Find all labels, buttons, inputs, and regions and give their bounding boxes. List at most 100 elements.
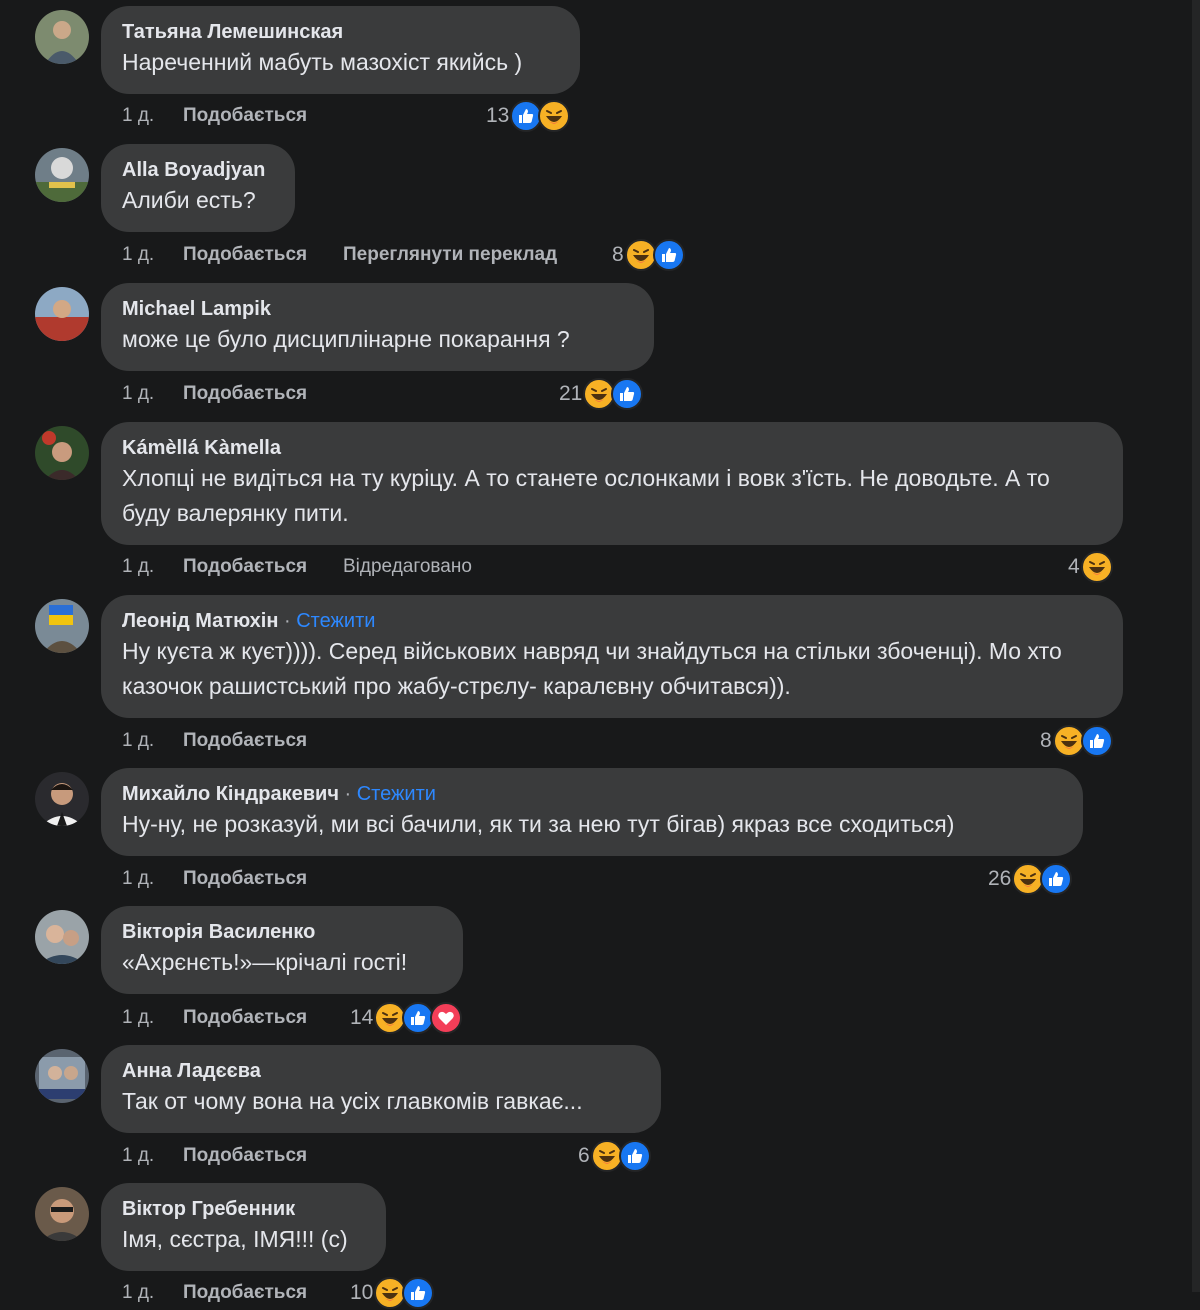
comment-time[interactable]: 1 д. (122, 240, 154, 270)
comment-author[interactable]: Kámèllá Kàmella (122, 435, 1103, 461)
reactions-count: 8 (612, 243, 624, 266)
like-reaction-icon (652, 239, 685, 271)
like-button[interactable]: Подобається (183, 1003, 307, 1033)
reactions[interactable]: 8 (612, 238, 685, 272)
comment-actions: 1 д. Подобається (122, 1278, 522, 1308)
comment-author[interactable]: Михайло Кіндракевич · Стежити (122, 781, 1063, 807)
author-name[interactable]: Леонід Матюхін (122, 610, 278, 632)
comment-actions: 1 д. Подобається Відредаговано (122, 552, 622, 582)
like-reaction-icon (1080, 725, 1113, 757)
reactions[interactable]: 8 (1040, 724, 1113, 758)
comment-bubble: Татьяна Лемешинская Нареченний мабуть ма… (101, 6, 580, 94)
comment-text: Нареченний мабуть мазохіст якийсь ) (122, 49, 523, 75)
comment-actions: 1 д. Подобається (122, 379, 522, 409)
follow-button[interactable]: Стежити (296, 610, 375, 632)
like-reaction-icon (1040, 863, 1073, 895)
comment-bubble: Kámèllá Kàmella Хлопці не видіться на ту… (101, 422, 1123, 545)
comment-text: може це було дисциплінарне покарання ? (122, 326, 570, 352)
comment-actions: 1 д. Подобається (122, 864, 522, 894)
separator: · (344, 783, 352, 805)
comment-actions: 1 д. Подобається (122, 726, 522, 756)
comment-author[interactable]: Вікторія Василенко (122, 919, 443, 945)
comment-time[interactable]: 1 д. (122, 552, 154, 582)
avatar[interactable] (35, 426, 89, 480)
avatar[interactable] (35, 1187, 89, 1241)
comment-text: Імя, сєстра, ІМЯ!!! (с) (122, 1226, 348, 1252)
reactions-count: 4 (1068, 555, 1080, 578)
haha-reaction-icon (538, 100, 571, 132)
comment-author[interactable]: Леонід Матюхін · Стежити (122, 608, 1103, 634)
love-reaction-icon (430, 1002, 463, 1034)
like-button[interactable]: Подобається (183, 1141, 307, 1171)
like-button[interactable]: Подобається (183, 864, 307, 894)
separator: · (284, 610, 291, 632)
comment-actions: 1 д. Подобається Переглянути переклад (122, 240, 602, 270)
comment-time[interactable]: 1 д. (122, 864, 154, 894)
reactions-count: 14 (350, 1006, 374, 1029)
like-reaction-icon (611, 378, 644, 410)
like-button[interactable]: Подобається (183, 240, 307, 270)
avatar[interactable] (35, 910, 89, 964)
comment-text: «Ахрєнєть!»—крічалі гості! (122, 949, 408, 975)
like-button[interactable]: Подобається (183, 101, 307, 131)
comment-author[interactable]: Michael Lampik (122, 296, 634, 322)
comment-bubble: Вікторія Василенко «Ахрєнєть!»—крічалі г… (101, 906, 463, 994)
comment-time[interactable]: 1 д. (122, 101, 154, 131)
avatar[interactable] (35, 1049, 89, 1103)
avatar[interactable] (35, 599, 89, 653)
avatar[interactable] (35, 10, 89, 64)
comment-bubble: Michael Lampik може це було дисциплінарн… (101, 283, 654, 371)
comment-text: Хлопці не видіться на ту куріцу. А то ст… (122, 465, 1050, 526)
comment-time[interactable]: 1 д. (122, 726, 154, 756)
avatar[interactable] (35, 287, 89, 341)
comment-time[interactable]: 1 д. (122, 379, 154, 409)
reactions[interactable]: 4 (1068, 550, 1113, 584)
comment-author[interactable]: Анна Ладєєва (122, 1058, 641, 1084)
comment-actions: 1 д. Подобається (122, 1141, 522, 1171)
edited-label: Відредаговано (343, 556, 472, 577)
comment-bubble: Анна Ладєєва Так от чому вона на усіх гл… (101, 1045, 661, 1133)
reactions-count: 21 (559, 382, 583, 405)
reactions-count: 6 (578, 1144, 590, 1167)
like-button[interactable]: Подобається (183, 726, 307, 756)
comment-time[interactable]: 1 д. (122, 1141, 154, 1171)
reactions[interactable]: 13 (486, 99, 571, 133)
reactions[interactable]: 26 (988, 862, 1073, 896)
like-button[interactable]: Подобається (183, 552, 307, 582)
like-button[interactable]: Подобається (183, 379, 307, 409)
reactions[interactable]: 6 (578, 1139, 651, 1173)
comment-text: Ну-ну, не розказуй, ми всі бачили, як ти… (122, 811, 955, 837)
avatar[interactable] (35, 772, 89, 826)
comment-text: Так от чому вона на усіх главкомів гавка… (122, 1088, 583, 1114)
reactions-count: 10 (350, 1281, 374, 1304)
comment-bubble: Михайло Кіндракевич · Стежити Ну-ну, не … (101, 768, 1083, 856)
comment-bubble: Леонід Матюхін · Стежити Ну куєта ж куєт… (101, 595, 1123, 718)
like-reaction-icon (402, 1277, 435, 1309)
scrollbar[interactable] (1192, 0, 1200, 1292)
reactions-count: 8 (1040, 729, 1052, 752)
comment-bubble: Alla Boyadjyan Алиби есть? (101, 144, 295, 232)
comment-time[interactable]: 1 д. (122, 1003, 154, 1033)
reactions[interactable]: 21 (559, 377, 644, 411)
follow-button[interactable]: Стежити (357, 783, 436, 805)
comment-bubble: Віктор Гребенник Імя, сєстра, ІМЯ!!! (с) (101, 1183, 386, 1271)
reactions[interactable]: 14 (350, 1001, 463, 1035)
comment-time[interactable]: 1 д. (122, 1278, 154, 1308)
like-button[interactable]: Подобається (183, 1278, 307, 1308)
see-translation-link[interactable]: Переглянути переклад (343, 240, 557, 270)
haha-reaction-icon (590, 1140, 623, 1172)
reactions[interactable]: 10 (350, 1276, 435, 1310)
comment-author[interactable]: Alla Boyadjyan (122, 157, 275, 183)
comment-author[interactable]: Віктор Гребенник (122, 1196, 366, 1222)
comment-text: Алиби есть? (122, 187, 256, 213)
haha-reaction-icon (624, 239, 657, 271)
comment-text: Ну куєта ж куєт)))). Серед військових на… (122, 638, 1062, 699)
like-reaction-icon (618, 1140, 651, 1172)
author-name[interactable]: Михайло Кіндракевич (122, 783, 339, 805)
haha-reaction-icon (1052, 725, 1085, 757)
haha-reaction-icon (1080, 551, 1113, 583)
reactions-count: 26 (988, 867, 1012, 890)
reactions-count: 13 (486, 104, 510, 127)
avatar[interactable] (35, 148, 89, 202)
comment-author[interactable]: Татьяна Лемешинская (122, 19, 560, 45)
